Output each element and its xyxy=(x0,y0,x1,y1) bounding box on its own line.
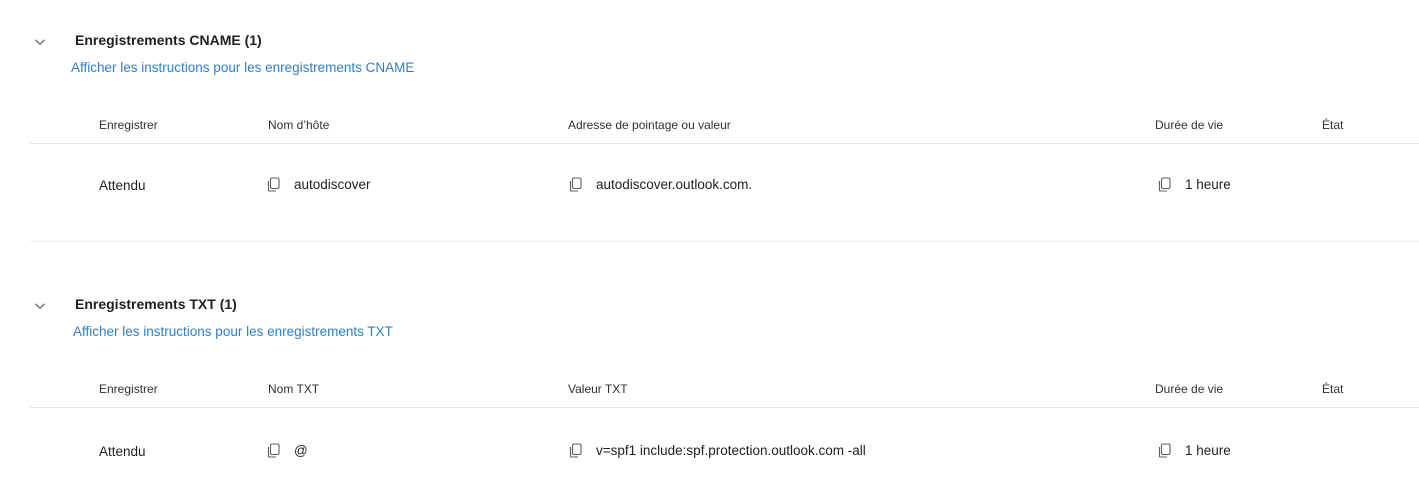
column-header-ttl: Durée de vie xyxy=(1155,382,1224,396)
column-header-ttl: Durée de vie xyxy=(1155,118,1224,132)
section-title: Enregistrements CNAME (1) xyxy=(75,32,262,48)
cname-section-header[interactable]: Enregistrements CNAME (1) xyxy=(0,32,400,54)
column-header-status: État xyxy=(1322,118,1344,132)
copy-icon[interactable] xyxy=(266,177,280,192)
ttl-text: 1 heure xyxy=(1185,443,1231,458)
copy-icon[interactable] xyxy=(1157,177,1171,192)
copy-icon[interactable] xyxy=(266,443,280,458)
copy-icon[interactable] xyxy=(568,443,582,458)
ttl-cell: 1 heure xyxy=(1157,177,1231,192)
column-header-hostname: Nom d’hôte xyxy=(268,118,330,132)
section-title: Enregistrements TXT (1) xyxy=(75,296,237,312)
txt-name-cell: @ xyxy=(266,443,308,458)
txt-instructions-link[interactable]: Afficher les instructions pour les enreg… xyxy=(73,324,393,339)
hostname-text: autodiscover xyxy=(294,177,371,192)
txt-section: Enregistrements TXT (1) Afficher les ins… xyxy=(0,296,1419,486)
value-text: autodiscover.outlook.com. xyxy=(596,177,753,192)
column-header-value: Adresse de pointage ou valeur xyxy=(568,118,731,132)
column-header-record: Enregistrer xyxy=(99,118,158,132)
ttl-text: 1 heure xyxy=(1185,177,1231,192)
cname-section: Enregistrements CNAME (1) Afficher les i… xyxy=(0,32,1419,244)
column-header-txt-name: Nom TXT xyxy=(268,382,320,396)
chevron-down-icon[interactable] xyxy=(34,35,46,47)
header-divider xyxy=(30,143,1419,144)
column-header-status: État xyxy=(1322,382,1344,396)
txt-section-header[interactable]: Enregistrements TXT (1) xyxy=(0,296,400,318)
txt-value-text: v=spf1 include:spf.protection.outlook.co… xyxy=(596,443,866,458)
column-header-record: Enregistrer xyxy=(99,382,158,396)
column-header-txt-value: Valeur TXT xyxy=(568,382,628,396)
value-cell: autodiscover.outlook.com. xyxy=(568,177,752,192)
cname-instructions-link[interactable]: Afficher les instructions pour les enreg… xyxy=(71,60,414,75)
txt-value-cell: v=spf1 include:spf.protection.outlook.co… xyxy=(568,443,866,458)
copy-icon[interactable] xyxy=(568,177,582,192)
txt-name-text: @ xyxy=(294,443,308,458)
copy-icon[interactable] xyxy=(1157,443,1171,458)
record-status: Attendu xyxy=(99,178,146,193)
ttl-cell: 1 heure xyxy=(1157,443,1231,458)
chevron-down-icon[interactable] xyxy=(34,299,46,311)
row-divider xyxy=(30,241,1419,242)
record-status: Attendu xyxy=(99,444,146,459)
hostname-cell: autodiscover xyxy=(266,177,371,192)
header-divider xyxy=(30,407,1419,408)
